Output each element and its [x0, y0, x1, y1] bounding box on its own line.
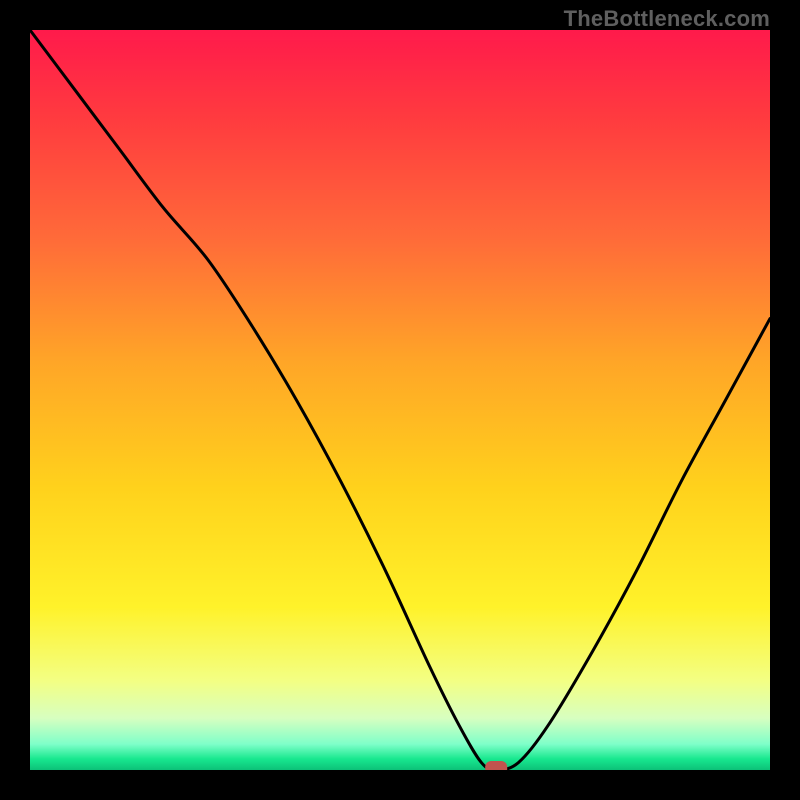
plot-area — [30, 30, 770, 770]
watermark-label: TheBottleneck.com — [564, 6, 770, 32]
min-marker — [485, 761, 507, 770]
chart-frame: TheBottleneck.com — [0, 0, 800, 800]
gradient-background — [30, 30, 770, 770]
chart-svg — [30, 30, 770, 770]
